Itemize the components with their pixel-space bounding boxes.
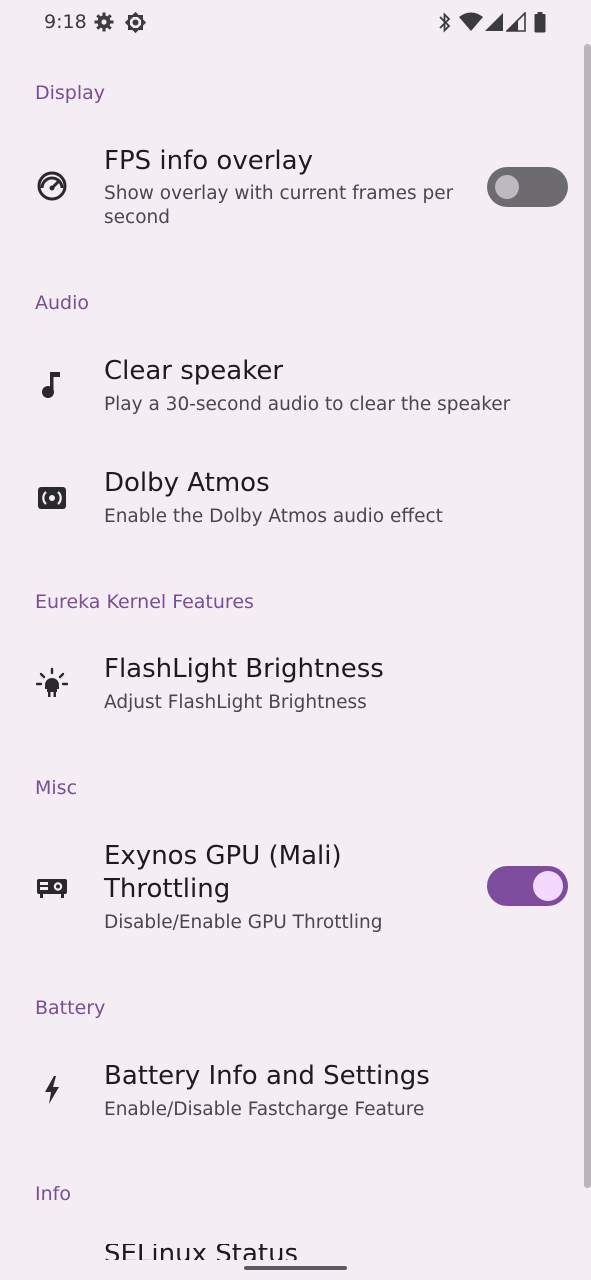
battery-info-item[interactable]: Battery Info and Settings Enable/Disable… [0, 1046, 583, 1146]
gpu-throttling-title-line1: Exynos GPU (Mali) [104, 841, 342, 871]
section-header-misc: Misc [35, 777, 78, 799]
gpu-throttling-toggle[interactable] [487, 866, 568, 906]
section-header-battery: Battery [35, 997, 106, 1019]
section-header-info: Info [35, 1183, 71, 1205]
signal-icon-2 [505, 11, 526, 36]
speedometer-icon [36, 170, 68, 202]
fps-overlay-item[interactable]: FPS info overlay Show overlay with curre… [0, 130, 583, 250]
status-time: 9:18 [44, 11, 87, 33]
clear-speaker-item[interactable]: Clear speaker Play a 30-second audio to … [0, 340, 583, 440]
flashlight-brightness-title: FlashLight Brightness [104, 654, 384, 684]
status-bar: 9:18 [0, 0, 591, 46]
clear-speaker-title: Clear speaker [104, 356, 284, 386]
flashlight-brightness-item[interactable]: FlashLight Brightness Adjust FlashLight … [0, 640, 583, 740]
scrollbar[interactable] [584, 44, 591, 1188]
toggle-thumb [533, 871, 563, 901]
surround-sound-icon [36, 482, 68, 514]
gpu-icon [36, 871, 68, 903]
gesture-nav-bar[interactable] [244, 1266, 347, 1270]
fps-overlay-toggle[interactable] [487, 167, 568, 207]
battery-info-title: Battery Info and Settings [104, 1061, 430, 1091]
section-header-eureka: Eureka Kernel Features [35, 591, 254, 613]
gpu-throttling-subtitle: Disable/Enable GPU Throttling [104, 912, 383, 933]
fps-overlay-subtitle-line2: second [104, 207, 170, 228]
toggle-thumb [495, 175, 519, 199]
signal-icon [484, 12, 504, 36]
bluetooth-icon [437, 12, 453, 37]
bolt-icon [36, 1074, 68, 1106]
selinux-status-item-partial[interactable]: SELinux Status [104, 1244, 304, 1260]
music-note-icon [36, 368, 68, 400]
battery-icon [534, 12, 546, 37]
section-header-display: Display [35, 82, 106, 104]
battery-info-subtitle: Enable/Disable Fastcharge Feature [104, 1099, 425, 1120]
gear-icon [94, 12, 114, 36]
selinux-status-title: SELinux Status [104, 1244, 299, 1260]
section-header-audio: Audio [35, 292, 90, 314]
wifi-icon [459, 12, 483, 36]
dolby-atmos-subtitle: Enable the Dolby Atmos audio effect [104, 506, 443, 527]
gpu-throttling-item[interactable]: Exynos GPU (Mali) Throttling Disable/Ena… [0, 826, 583, 956]
fps-overlay-title: FPS info overlay [104, 146, 313, 176]
clear-speaker-subtitle: Play a 30-second audio to clear the spea… [104, 394, 511, 415]
dolby-atmos-title: Dolby Atmos [104, 468, 270, 498]
fps-overlay-subtitle-line1: Show overlay with current frames per [104, 183, 454, 204]
flashlight-brightness-subtitle: Adjust FlashLight Brightness [104, 692, 367, 713]
brightness-icon [124, 11, 147, 37]
gpu-throttling-title-line2: Throttling [104, 874, 231, 904]
dolby-atmos-item[interactable]: Dolby Atmos Enable the Dolby Atmos audio… [0, 452, 583, 552]
flashlight-icon [35, 667, 69, 699]
